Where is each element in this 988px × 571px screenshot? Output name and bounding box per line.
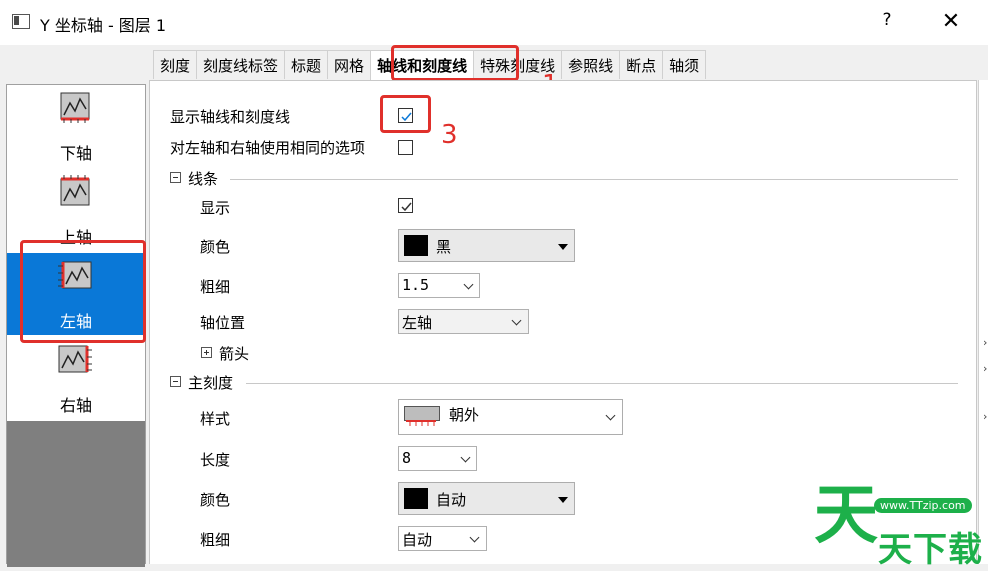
tab-breaks[interactable]: 断点 bbox=[619, 50, 664, 79]
highlight-box-checkbox bbox=[380, 95, 431, 133]
line-show-label: 显示 bbox=[200, 199, 231, 217]
section-line: 线条 bbox=[170, 170, 958, 188]
watermark-url: www.TTzip.com bbox=[874, 498, 972, 513]
line-color-dropdown[interactable]: 黑 bbox=[398, 229, 575, 262]
top-axis-icon bbox=[60, 175, 90, 206]
axis-label-bottom: 下轴 bbox=[59, 144, 92, 163]
chevron-down-icon bbox=[511, 315, 522, 326]
section-divider bbox=[246, 383, 958, 384]
chevron-down-icon bbox=[469, 532, 480, 543]
show-axis-ticks-label: 显示轴线和刻度线 bbox=[170, 108, 291, 126]
tab-title[interactable]: 标题 bbox=[284, 50, 329, 79]
line-color-label: 颜色 bbox=[200, 238, 231, 256]
tick-length-value: 8 bbox=[402, 449, 412, 467]
axis-position-select[interactable]: 左轴 bbox=[398, 309, 529, 334]
tick-length-label: 长度 bbox=[200, 451, 231, 469]
tick-thickness-label: 粗细 bbox=[200, 531, 231, 549]
right-axis-icon bbox=[58, 345, 92, 373]
line-thickness-value: 1.5 bbox=[402, 276, 430, 294]
section-major-ticks-title: 主刻度 bbox=[188, 374, 234, 392]
tab-reference-lines[interactable]: 参照线 bbox=[561, 50, 621, 79]
highlight-box-tab bbox=[391, 45, 519, 81]
tab-tick-labels[interactable]: 刻度线标签 bbox=[196, 50, 286, 79]
same-options-label: 对左轴和右轴使用相同的选项 bbox=[170, 139, 366, 157]
axis-label-right: 右轴 bbox=[59, 396, 92, 415]
tab-rug[interactable]: 轴须 bbox=[662, 50, 707, 79]
check-icon bbox=[401, 202, 412, 212]
axis-item-right[interactable]: 右轴 bbox=[7, 337, 145, 419]
dropdown-arrow-icon bbox=[558, 244, 568, 250]
tick-style-label: 样式 bbox=[200, 410, 231, 428]
tick-color-label: 颜色 bbox=[200, 491, 231, 509]
close-button[interactable]: ✕ bbox=[938, 9, 964, 35]
tick-length-combo[interactable]: 8 bbox=[398, 446, 477, 471]
tick-color-value: 自动 bbox=[436, 491, 467, 509]
line-show-checkbox[interactable] bbox=[398, 198, 413, 213]
title-bar: Y 坐标轴 - 图层 1 ? ✕ bbox=[0, 0, 988, 45]
chevron-down-icon bbox=[605, 410, 616, 421]
section-arrow-title: 箭头 bbox=[219, 345, 250, 363]
same-options-checkbox[interactable] bbox=[398, 140, 413, 155]
tab-grid[interactable]: 网格 bbox=[327, 50, 372, 79]
collapse-icon[interactable] bbox=[170, 376, 181, 387]
collapse-icon[interactable] bbox=[170, 172, 181, 183]
axis-item-top[interactable]: 上轴 bbox=[7, 169, 145, 251]
expand-icon[interactable] bbox=[201, 347, 212, 358]
chevron-down-icon bbox=[463, 279, 474, 290]
section-divider bbox=[230, 179, 958, 180]
line-thickness-combo[interactable]: 1.5 bbox=[398, 273, 480, 298]
tick-color-dropdown[interactable]: 自动 bbox=[398, 482, 575, 515]
axis-position-value: 左轴 bbox=[402, 314, 433, 332]
section-arrow: 箭头 bbox=[201, 345, 401, 363]
line-color-value: 黑 bbox=[436, 238, 452, 256]
watermark-logo: 天 www.TTzip.com 天下载 bbox=[808, 478, 988, 570]
section-major-ticks: 主刻度 bbox=[170, 374, 958, 392]
tab-scale[interactable]: 刻度 bbox=[153, 50, 198, 79]
sidebar-empty-area bbox=[7, 421, 145, 567]
right-edge-chevron: › bbox=[983, 410, 988, 423]
highlight-box-left-axis bbox=[20, 240, 146, 343]
right-edge-chevron: › bbox=[983, 362, 988, 375]
tick-thickness-value: 自动 bbox=[402, 531, 433, 549]
tick-out-icon bbox=[404, 406, 440, 426]
axis-position-label: 轴位置 bbox=[200, 314, 246, 332]
tick-thickness-combo[interactable]: 自动 bbox=[398, 526, 487, 551]
dropdown-arrow-icon bbox=[558, 497, 568, 503]
color-swatch bbox=[404, 235, 428, 256]
line-thickness-label: 粗细 bbox=[200, 278, 231, 296]
bottom-axis-icon bbox=[60, 92, 90, 123]
help-button[interactable]: ? bbox=[876, 10, 898, 34]
app-window-icon bbox=[12, 14, 30, 29]
tick-style-dropdown[interactable]: 朝外 bbox=[398, 399, 623, 435]
chevron-down-icon bbox=[460, 452, 471, 463]
right-edge-chevron: › bbox=[983, 336, 988, 349]
section-line-title: 线条 bbox=[188, 170, 219, 188]
window-title: Y 坐标轴 - 图层 1 bbox=[40, 16, 167, 35]
tick-style-value: 朝外 bbox=[449, 406, 480, 424]
watermark-big-char: 天 bbox=[814, 479, 878, 553]
axis-item-bottom[interactable]: 下轴 bbox=[7, 85, 145, 167]
annotation-3: 3 bbox=[441, 120, 458, 150]
color-swatch bbox=[404, 488, 428, 509]
